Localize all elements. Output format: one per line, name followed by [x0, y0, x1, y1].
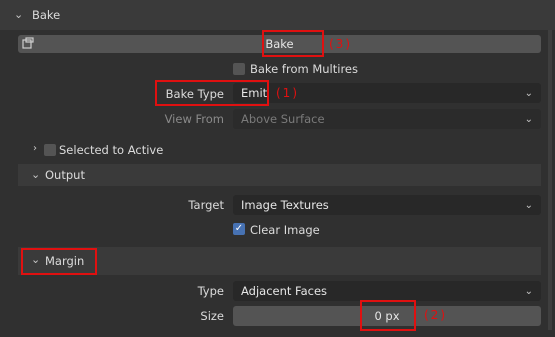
chevron-down-icon[interactable]: ⌄ — [14, 8, 23, 21]
chevron-down-icon: ⌄ — [524, 199, 533, 211]
margin-type-dropdown[interactable]: Adjacent Faces ⌄ — [233, 281, 541, 301]
margin-highlight-box — [21, 248, 97, 275]
output-title: Output — [45, 168, 85, 182]
panel-title: Bake — [32, 8, 61, 22]
margin-size-label: Size — [200, 309, 224, 323]
target-value: Image Textures — [241, 198, 329, 212]
chevron-down-icon: ⌄ — [524, 113, 533, 125]
selected-to-active-label: Selected to Active — [59, 143, 164, 157]
margin-type-value: Adjacent Faces — [241, 284, 328, 298]
chevron-down-icon: ⌄ — [524, 87, 533, 99]
view-from-value: Above Surface — [241, 112, 325, 126]
bake-panel-header[interactable] — [0, 0, 555, 30]
target-label: Target — [188, 198, 224, 212]
bake-type-highlight-box — [155, 80, 269, 106]
chevron-right-icon[interactable]: › — [33, 143, 37, 154]
annotation-2: (2) — [424, 308, 447, 322]
selected-to-active-checkbox[interactable] — [44, 144, 56, 156]
view-from-dropdown: Above Surface ⌄ — [233, 109, 541, 129]
clear-image-checkbox[interactable]: ✓ — [233, 223, 245, 235]
annotation-3: (3) — [329, 37, 352, 51]
annotation-1: (1) — [276, 86, 299, 100]
render-bake-icon — [21, 37, 35, 51]
target-dropdown[interactable]: Image Textures ⌄ — [233, 195, 541, 215]
margin-type-label: Type — [197, 284, 224, 298]
bake-highlight-box — [262, 30, 324, 57]
chevron-down-icon: ⌄ — [524, 285, 533, 297]
clear-image-label: Clear Image — [250, 223, 320, 237]
chevron-down-icon[interactable]: ⌄ — [31, 168, 40, 181]
view-from-label: View From — [164, 112, 224, 126]
size-highlight-box — [360, 300, 416, 331]
bake-from-multires-checkbox[interactable] — [233, 63, 245, 75]
bake-from-multires-label: Bake from Multires — [250, 62, 358, 76]
output-subpanel-header[interactable] — [18, 164, 541, 186]
scrollbar[interactable] — [548, 30, 552, 330]
